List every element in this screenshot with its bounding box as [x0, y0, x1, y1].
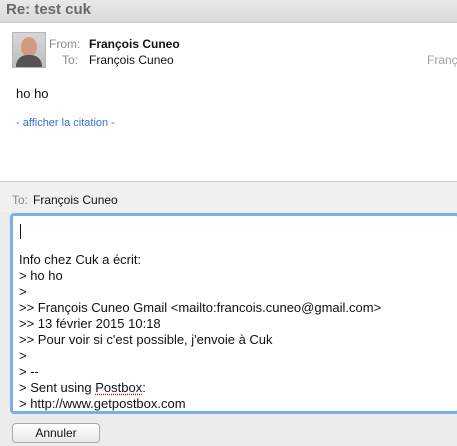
- cancel-button[interactable]: Annuler: [12, 423, 100, 443]
- from-label: From:: [49, 37, 81, 51]
- quote-line: >: [19, 348, 27, 363]
- quote-line: >> 13 février 2015 10:18: [19, 316, 161, 331]
- header-fragment: Franç: [427, 53, 457, 67]
- text-caret: [20, 224, 21, 239]
- reply-header: To: François Cuneo: [0, 182, 457, 212]
- reply-editor[interactable]: Info chez Cuk a écrit: > ho ho > >> Fran…: [10, 213, 457, 414]
- quote-line: > ho ho: [19, 268, 63, 283]
- quote-line: > --: [19, 364, 39, 379]
- received-message: From: François Cuneo To: François Cuneo …: [0, 23, 457, 182]
- quote-line: > http://www.getpostbox.com: [19, 396, 186, 411]
- message-body: ho ho: [16, 86, 49, 101]
- misspelled-word: Postbox: [95, 380, 143, 395]
- avatar-shirt-shape: [16, 55, 42, 67]
- window-title: Re: test cuk: [6, 1, 92, 18]
- signature-suffix: :: [142, 380, 146, 395]
- window-titlebar: Re: test cuk: [0, 0, 457, 23]
- quote-line: >> François Cuneo Gmail <mailto:francois…: [19, 300, 382, 315]
- avatar-head-shape: [21, 37, 37, 57]
- from-value[interactable]: François Cuneo: [89, 37, 180, 51]
- quote-line: >: [19, 284, 27, 299]
- reply-to-value[interactable]: François Cuneo: [33, 193, 118, 207]
- signature-line: > Sent using Postbox:: [19, 380, 146, 396]
- sender-avatar: [12, 32, 46, 68]
- quote-line: Info chez Cuk a écrit:: [19, 252, 142, 267]
- signature-prefix: > Sent using: [19, 380, 96, 395]
- to-label: To:: [62, 53, 79, 67]
- show-quote-link[interactable]: - afficher la citation -: [16, 117, 115, 129]
- quote-line: >> Pour voir si c'est possible, j'envoie…: [19, 332, 273, 347]
- to-value[interactable]: François Cuneo: [89, 53, 174, 67]
- reply-to-label: To:: [12, 193, 29, 207]
